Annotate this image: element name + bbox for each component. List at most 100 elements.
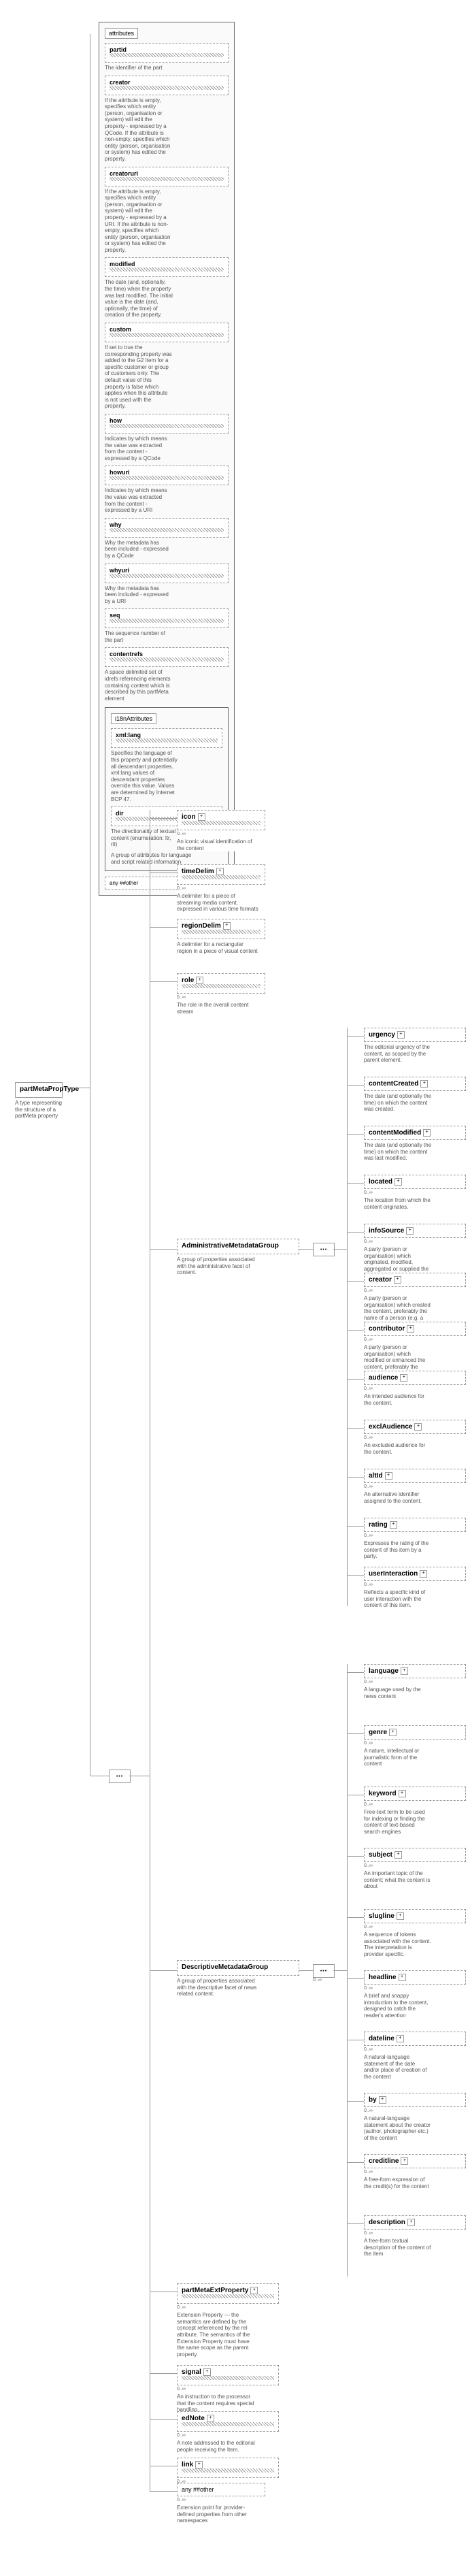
- any-other-element: any ##other: [177, 2483, 265, 2496]
- expand-icon[interactable]: +: [198, 813, 205, 821]
- connector: [347, 1330, 364, 1331]
- element-partMetaExtProperty: partMetaExtProperty+: [177, 2283, 279, 2304]
- attributes-group-title: attributes: [105, 28, 138, 39]
- connector: [347, 1428, 364, 1429]
- expand-icon[interactable]: +: [420, 1570, 427, 1578]
- connector: [347, 1183, 364, 1184]
- element-signal: signal+: [177, 2365, 279, 2385]
- expand-icon[interactable]: +: [223, 922, 231, 930]
- admin-metadata-group: AdministrativeMetadataGroup: [177, 1239, 299, 1254]
- expand-icon[interactable]: +: [423, 1129, 431, 1137]
- attr-creator: creator: [105, 76, 229, 95]
- expand-icon[interactable]: +: [414, 1423, 422, 1431]
- element-located: located+: [364, 1175, 466, 1189]
- range-label: 0..∞: [313, 1978, 322, 1983]
- expand-icon[interactable]: +: [420, 1080, 428, 1088]
- expand-icon[interactable]: +: [196, 977, 203, 984]
- expand-icon[interactable]: +: [395, 1851, 402, 1859]
- attr-why: why: [105, 518, 229, 538]
- expand-icon[interactable]: +: [250, 2287, 258, 2294]
- element-userInteraction: userInteraction+: [364, 1567, 466, 1581]
- expand-icon[interactable]: +: [216, 868, 224, 875]
- element-altId: altId+: [364, 1469, 466, 1483]
- connector: [347, 1085, 364, 1086]
- attr-contentrefs: contentrefs: [105, 647, 229, 667]
- connector: [299, 1249, 313, 1250]
- expand-icon[interactable]: +: [400, 1374, 407, 1382]
- connector: [333, 1249, 347, 1250]
- connector: [347, 2162, 364, 2163]
- descriptive-metadata-group: DescriptiveMetadataGroup: [177, 1960, 299, 1976]
- expand-icon[interactable]: +: [203, 2368, 211, 2376]
- element-infoSource: infoSource+: [364, 1224, 466, 1238]
- connector: [150, 1249, 177, 1250]
- connector: [150, 1970, 177, 1971]
- sequence-indicator: •••: [313, 1243, 335, 1256]
- element-by: by+: [364, 2093, 466, 2107]
- connector: [347, 1664, 348, 2277]
- connector: [347, 1856, 364, 1857]
- element-headline: headline+: [364, 1970, 466, 1985]
- element-rating: rating+: [364, 1518, 466, 1532]
- attr-seq: seq: [105, 608, 229, 628]
- expand-icon[interactable]: +: [407, 2219, 415, 2226]
- element-regionDelim: regionDelim+: [177, 919, 265, 939]
- connector: [347, 2101, 364, 2102]
- element-timeDelim: timeDelim+: [177, 864, 265, 885]
- element-link: link+: [177, 2458, 279, 2478]
- expand-icon[interactable]: +: [195, 2461, 203, 2468]
- connector: [347, 1036, 364, 1037]
- element-description: description+: [364, 2215, 466, 2230]
- expand-icon[interactable]: +: [390, 1521, 397, 1529]
- expand-icon[interactable]: +: [397, 1031, 405, 1039]
- connector: [347, 1134, 364, 1135]
- connector: [347, 1575, 364, 1576]
- sequence-indicator: •••: [109, 1770, 131, 1783]
- connector: [150, 2491, 177, 2492]
- element-subject: subject+: [364, 1848, 466, 1862]
- element-dateline: dateline+: [364, 2032, 466, 2046]
- expand-icon[interactable]: +: [397, 1912, 404, 1920]
- connector: [150, 2373, 177, 2374]
- connector: [347, 1232, 364, 1233]
- expand-icon[interactable]: +: [399, 1790, 406, 1797]
- element-slugline: slugline+: [364, 1909, 466, 1923]
- sequence-indicator: •••: [313, 1964, 335, 1978]
- connector: [150, 927, 177, 928]
- connector: [347, 1477, 364, 1478]
- element-creator: creator+: [364, 1273, 466, 1287]
- connector: [347, 1526, 364, 1527]
- element-contributor: contributor+: [364, 1322, 466, 1336]
- element-language: language+: [364, 1664, 466, 1678]
- connector: [347, 1917, 364, 1918]
- element-edNote: edNote+: [177, 2411, 279, 2432]
- attr-custom: custom: [105, 323, 229, 342]
- attributes-group: attributes partidThe identifier of the p…: [99, 22, 235, 896]
- element-keyword: keyword+: [364, 1787, 466, 1801]
- element-creditline: creditline+: [364, 2154, 466, 2168]
- element-exclAudience: exclAudience+: [364, 1420, 466, 1434]
- expand-icon[interactable]: +: [407, 1325, 414, 1333]
- attr-partid: partid: [105, 43, 229, 63]
- expand-icon[interactable]: +: [397, 2035, 404, 2042]
- expand-icon[interactable]: +: [394, 1276, 401, 1284]
- attr-modified: modified: [105, 257, 229, 277]
- expand-icon[interactable]: +: [401, 1667, 408, 1675]
- attr-creatoruri: creatoruri: [105, 167, 229, 186]
- expand-icon[interactable]: +: [401, 2157, 408, 2165]
- connector: [333, 1970, 347, 1971]
- element-contentCreated: contentCreated+: [364, 1077, 466, 1091]
- expand-icon[interactable]: +: [389, 1729, 397, 1736]
- expand-icon[interactable]: +: [385, 1472, 392, 1480]
- connector: [347, 1672, 364, 1673]
- expand-icon[interactable]: +: [395, 1178, 402, 1186]
- connector: [347, 2223, 364, 2224]
- expand-icon[interactable]: +: [399, 1974, 406, 1981]
- expand-icon[interactable]: +: [406, 1227, 414, 1235]
- connector: [347, 1978, 364, 1979]
- expand-icon[interactable]: +: [207, 2415, 214, 2422]
- connector: [150, 981, 177, 982]
- attr-xml-lang: xml:lang: [111, 728, 222, 748]
- connector: [347, 1379, 364, 1380]
- expand-icon[interactable]: +: [379, 2096, 386, 2104]
